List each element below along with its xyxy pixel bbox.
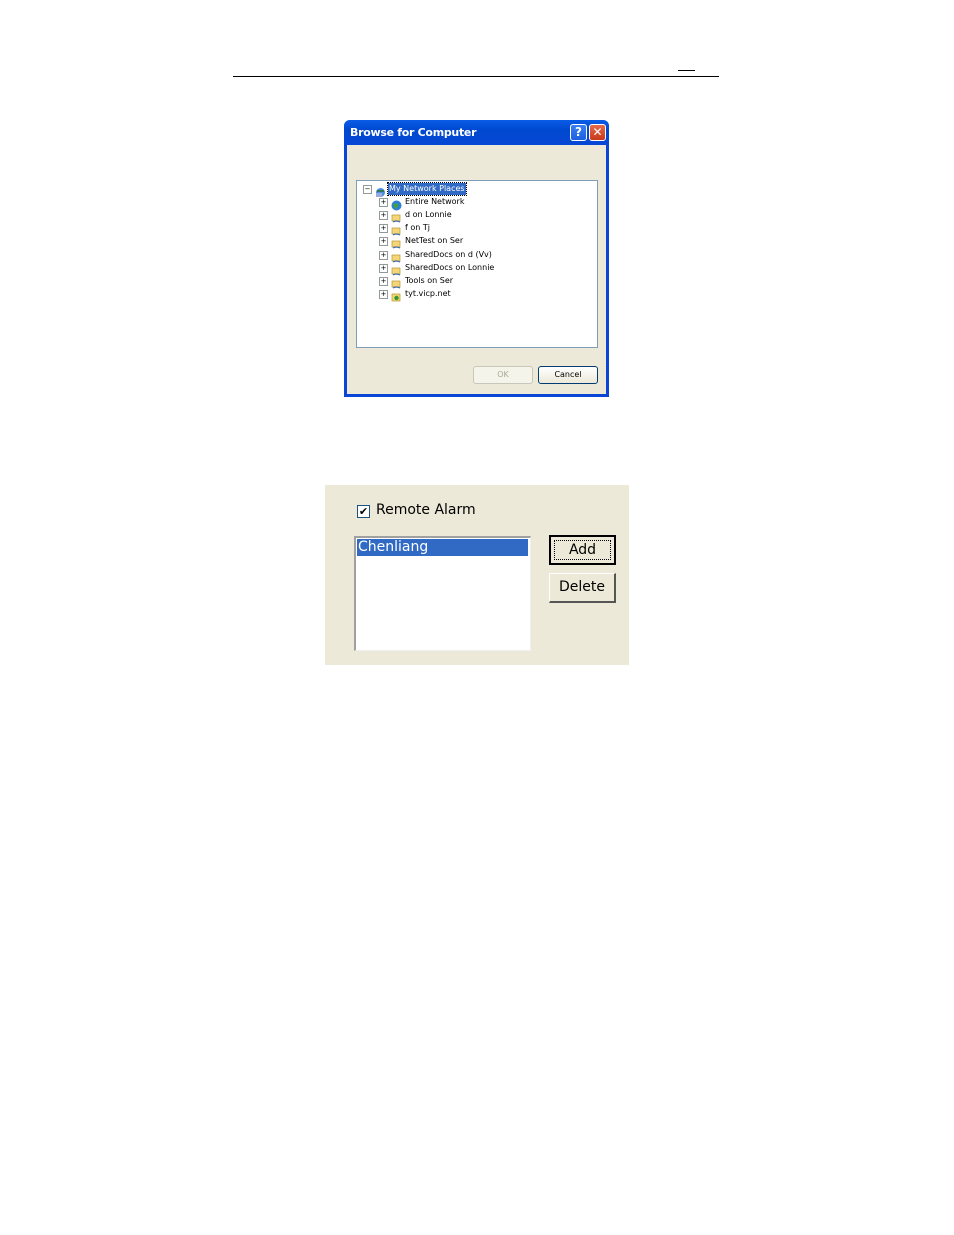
browse-for-computer-dialog: Browse for Computer ? ✕ − My Network Plac… bbox=[344, 120, 609, 397]
list-item[interactable]: Chenliang bbox=[357, 539, 528, 556]
header-mark bbox=[678, 70, 695, 71]
remote-alarm-checkbox[interactable]: ✔ bbox=[357, 505, 370, 518]
web-folder-icon bbox=[391, 288, 402, 302]
tree-item-label: SharedDocs on Lonnie bbox=[405, 262, 495, 272]
collapse-toggle[interactable]: − bbox=[363, 185, 372, 194]
shared-folder-icon bbox=[391, 222, 402, 236]
dialog-title: Browse for Computer bbox=[350, 126, 477, 139]
dialog-title-bar[interactable]: Browse for Computer ? ✕ bbox=[344, 120, 609, 145]
alarm-recipient-list[interactable]: Chenliang bbox=[354, 536, 531, 651]
shared-folder-icon bbox=[391, 262, 402, 276]
expand-toggle[interactable]: + bbox=[379, 198, 388, 208]
entire-network-icon bbox=[391, 196, 402, 211]
tree-item-label: Entire Network bbox=[405, 197, 465, 207]
tree-item-label: f on Tj bbox=[405, 223, 430, 233]
expand-toggle[interactable]: + bbox=[379, 276, 388, 286]
tree-item-label: My Network Places bbox=[387, 182, 467, 196]
header-rule bbox=[233, 76, 719, 77]
delete-button-label: Delete bbox=[559, 579, 605, 595]
tree-item-label: d on Lonnie bbox=[405, 210, 452, 220]
cancel-button[interactable]: Cancel bbox=[538, 366, 598, 384]
shared-folder-icon bbox=[391, 235, 402, 249]
expand-toggle[interactable]: + bbox=[379, 250, 388, 260]
remote-alarm-panel: ✔ Remote Alarm Chenliang Add Delete bbox=[325, 485, 629, 665]
expand-toggle[interactable]: + bbox=[379, 211, 388, 221]
shared-folder-icon bbox=[391, 275, 402, 289]
shared-folder-icon bbox=[391, 209, 402, 223]
add-button-label: Add bbox=[568, 542, 597, 558]
folder-tree[interactable]: − My Network Places + Entire Network + d on L… bbox=[356, 180, 598, 348]
expand-toggle[interactable]: + bbox=[379, 237, 388, 247]
help-button[interactable]: ? bbox=[570, 124, 587, 141]
remote-alarm-label[interactable]: Remote Alarm bbox=[376, 502, 476, 518]
close-button[interactable]: ✕ bbox=[589, 124, 606, 141]
expand-toggle[interactable]: + bbox=[379, 263, 388, 273]
tree-item-label: SharedDocs on d (Vv) bbox=[405, 249, 492, 259]
tree-item-label: NetTest on Ser bbox=[405, 236, 464, 246]
expand-toggle[interactable]: + bbox=[379, 289, 388, 299]
network-places-icon bbox=[375, 183, 386, 197]
tree-item-label: Tools on Ser bbox=[405, 275, 454, 285]
dialog-client-area: − My Network Places + Entire Network + d on L… bbox=[347, 145, 606, 394]
expand-toggle[interactable]: + bbox=[379, 224, 388, 234]
add-button[interactable]: Add bbox=[549, 535, 616, 565]
ok-button[interactable]: OK bbox=[473, 366, 533, 384]
tree-item-label: tyt.vicp.net bbox=[405, 288, 451, 298]
delete-button[interactable]: Delete bbox=[549, 573, 616, 603]
shared-folder-icon bbox=[391, 249, 402, 263]
